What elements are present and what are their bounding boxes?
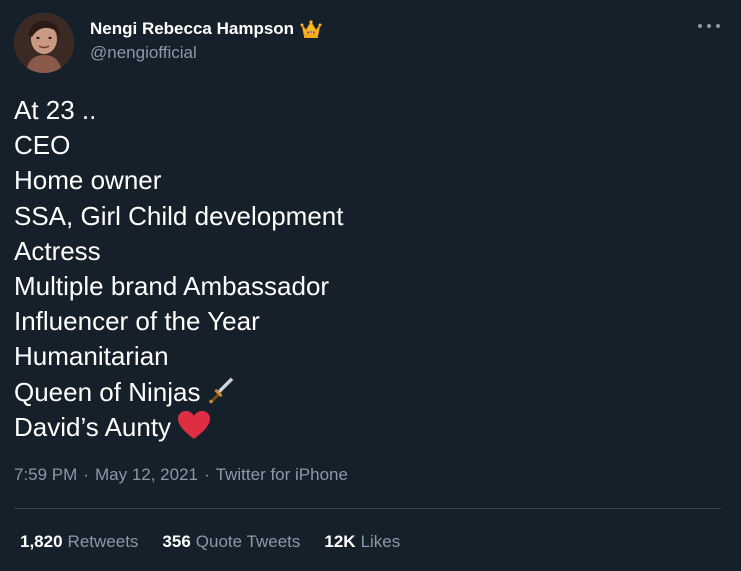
tweet-source-link[interactable]: Twitter for iPhone [216,465,348,484]
tweet-line-text: Multiple brand Ambassador [14,270,330,301]
quote-tweets-count: 356 [162,532,191,551]
tweet-meta: 7:59 PM · May 12, 2021 · Twitter for iPhone [14,465,348,485]
tweet-line: CEO [14,128,714,163]
retweets-count: 1,820 [20,532,63,551]
tweet-line: David’s Aunty [14,410,714,445]
author-handle[interactable]: @nengiofficial [90,43,197,63]
divider [14,508,721,509]
tweet-line-text: SSA, Girl Child development [14,200,344,231]
likes-count: 12K [324,532,356,551]
retweets-label: Retweets [67,532,139,551]
tweet-line: Multiple brand Ambassador [14,269,714,304]
tweet-line-text: Humanitarian [14,341,169,372]
tweet-line: Influencer of the Year [14,304,714,339]
retweets-stat[interactable]: 1,820 Retweets [20,532,138,552]
avatar[interactable] [14,13,74,73]
tweet-line: SSA, Girl Child development [14,199,714,234]
more-dot [698,24,702,28]
tweet-line-text: At 23 .. [14,95,97,125]
tweet-card: Nengi Rebecca Hampson @nengiofficial At … [0,0,741,571]
meta-separator: · [204,465,210,484]
tweet-line-text: CEO [14,130,71,161]
tweet-line-text: Queen of Ninjas [14,376,201,407]
tweet-line: At 23 .. [14,93,714,128]
tweet-line: Queen of Ninjas [14,375,714,410]
quote-tweets-stat[interactable]: 356 Quote Tweets [162,532,300,552]
tweet-time-link[interactable]: 7:59 PM [14,465,77,484]
tweet-line-text: Actress [14,235,101,266]
quote-tweets-label: Quote Tweets [195,532,301,551]
tweet-line-text: Home owner [14,165,162,196]
likes-label: Likes [360,532,401,551]
more-dot [707,24,711,28]
more-dot [716,24,720,28]
tweet-line: Humanitarian [14,339,714,374]
dagger-icon [206,375,236,414]
tweet-line: Home owner [14,163,714,198]
crown-icon [300,19,322,39]
meta-separator: · [83,465,89,484]
tweet-line-text: David’s Aunty [14,411,172,442]
author-name-row[interactable]: Nengi Rebecca Hampson [90,17,322,41]
tweet-date-link[interactable]: May 12, 2021 [95,465,198,484]
heart-icon [177,410,211,449]
tweet-text: At 23 .. CEO Home owner SSA, Girl Child … [14,93,714,445]
more-options-icon[interactable] [698,18,720,34]
tweet-stats: 1,820 Retweets 356 Quote Tweets 12K Like… [20,532,424,552]
likes-stat[interactable]: 12K Likes [324,532,400,552]
tweet-line: Actress [14,234,714,269]
avatar-photo-icon [14,13,74,73]
tweet-line-text: Influencer of the Year [14,306,260,337]
author-display-name[interactable]: Nengi Rebecca Hampson [90,19,294,39]
